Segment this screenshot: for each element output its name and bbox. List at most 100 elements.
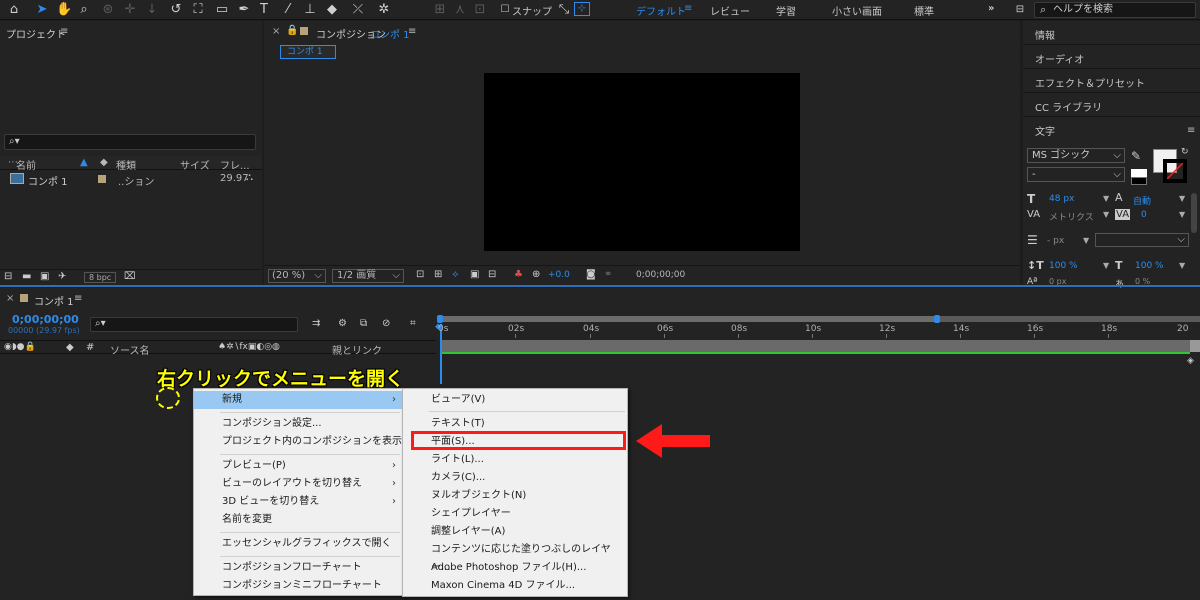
leading-value[interactable]: 自動 [1133,194,1151,207]
menu-item-switch-view-layout[interactable]: ビューのレイアウトを切り替え › [194,475,402,493]
shy-layers-icon[interactable]: ⧉ [360,318,367,329]
menu-item-light[interactable]: ライト(L)... [403,451,627,469]
eraser-tool-icon[interactable]: ◆ [324,2,340,18]
zoom-tool-icon[interactable]: ⌕ [76,2,92,18]
horizontal-scale-value[interactable]: 100 % [1135,261,1164,271]
workspace-small-screen[interactable]: 小さい画面 [832,3,882,18]
interpret-footage-icon[interactable]: ⊟ [4,271,12,282]
list-item[interactable]: コンポ 1 ..ション 29.97 ⛬ [0,172,262,188]
timeline-search-input[interactable]: ⌕▾ [90,317,298,332]
menu-item-switch-3d-view[interactable]: 3D ビューを切り替え › [194,493,402,511]
resolution-select[interactable]: 1/2 画質 ⌵ [332,269,404,283]
panel-cc-libraries[interactable]: CC ライブラリ [1023,93,1200,117]
menu-item-preview[interactable]: プレビュー(P) › [194,457,402,475]
workspace-standard[interactable]: 標準 [914,3,934,18]
panel-menu-icon[interactable]: ≡ [1187,125,1195,136]
menu-item-reveal-in-project[interactable]: プロジェクト内のコンポジションを表示 [194,433,402,451]
switches-icon[interactable]: ♠✲∖fx▣◐◎◍ [218,342,280,352]
column-frame-rate[interactable]: フレ... [220,157,250,172]
timeline-scrollbar[interactable] [1190,340,1200,352]
work-area-range[interactable] [440,316,936,322]
comp-mini-flowchart-icon[interactable]: ⇉ [312,318,320,329]
new-folder-icon[interactable]: ▬ [22,271,31,282]
brush-tool-icon[interactable]: ⁄ [280,2,296,18]
hand-tool-icon[interactable]: ✋ [56,2,72,18]
vertical-scale-value[interactable]: 100 % [1049,261,1078,271]
trash-icon[interactable]: ⌧ [124,271,136,282]
help-search-input[interactable]: ヘルプを検索 [1034,2,1196,18]
chevron-down-icon[interactable]: ▼ [1179,194,1185,203]
workspace-review[interactable]: レビュー [710,3,750,18]
frame-blending-icon[interactable]: ⊘ [382,318,390,329]
swap-colors-icon[interactable]: ↻ [1181,147,1189,157]
menu-item-camera[interactable]: カメラ(C)... [403,469,627,487]
type-tool-icon[interactable]: T [256,2,272,18]
font-style-select[interactable]: - ⌵ [1027,167,1125,182]
anchor-tool-icon[interactable]: ⛶ [190,2,206,18]
menu-item-new[interactable]: 新規 › [194,391,402,409]
work-area-end-handle[interactable] [934,315,940,323]
grid-guide-icon[interactable]: ⊟ [488,269,496,280]
column-size[interactable]: サイズ [180,157,210,172]
workspace-default[interactable]: デフォルト [636,3,686,18]
pen-tool-icon[interactable]: ✒ [236,2,252,18]
column-type[interactable]: 種類 [116,157,136,172]
snapshot-icon[interactable]: ◙ [586,269,596,280]
snap-checkbox-icon[interactable]: ☐ [500,2,510,18]
menu-item-cinema-4d-file[interactable]: Maxon Cinema 4D ファイル... [403,577,627,595]
adjust-icon[interactable]: ✈ [58,271,66,282]
composition-name[interactable]: コンポ 1 [370,26,410,41]
panel-menu-icon[interactable]: ≡ [74,293,82,304]
rotate-tool-icon[interactable]: ↺ [168,2,184,18]
menu-item-composition-settings[interactable]: コンポジション設定... [194,415,402,433]
zoom-slider-icon[interactable]: ◈ [1187,356,1194,366]
viewer-timecode[interactable]: 0;00;00;00 [636,270,685,280]
menu-item-composition-mini-flowchart[interactable]: コンポジションミニフローチャート [194,577,402,595]
home-icon[interactable]: ⌂ [6,2,22,18]
panel-character[interactable]: 文字 [1023,117,1200,141]
column-name[interactable]: 名前 [16,157,36,172]
mask-visibility-icon[interactable]: ⟡ [452,269,459,280]
tab-comp-1[interactable]: コンポ 1 [280,45,336,59]
panel-audio[interactable]: オーディオ [1023,45,1200,69]
axis-icon[interactable]: ⋏ [452,2,468,18]
menu-item-viewer[interactable]: ビューア(V) [403,391,627,409]
composition-viewer[interactable] [484,73,800,251]
channel-icon[interactable]: ♣ [514,269,523,280]
menu-item-adjustment-layer[interactable]: 調整レイヤー(A) [403,523,627,541]
chevron-down-icon[interactable]: ▼ [1103,210,1109,219]
clone-stamp-icon[interactable]: ⊥ [302,2,318,18]
workspace-learn[interactable]: 学習 [776,3,796,18]
roto-brush-icon[interactable]: ⤫ [350,2,366,18]
snap-option-icon[interactable]: ⤡ [556,2,572,18]
av-features-icon[interactable]: ◉◗●🔒 [4,342,36,352]
panel-info[interactable]: 情報 [1023,21,1200,45]
panel-menu-icon[interactable]: ≡ [60,26,68,37]
orbit-tool-icon[interactable]: ⊛ [100,2,116,18]
more-workspaces-icon[interactable]: » [988,3,994,14]
black-swatch[interactable] [1131,177,1147,185]
menu-item-shape-layer[interactable]: シェイプレイヤー [403,505,627,523]
region-of-interest-icon[interactable]: ▣ [470,269,479,280]
menu-item-null-object[interactable]: ヌルオブジェクト(N) [403,487,627,505]
workspace-menu-icon[interactable]: ≡ [684,3,692,14]
parent-link-column[interactable]: 親とリンク [332,342,382,357]
stroke-width-value[interactable]: - px [1047,236,1064,246]
source-name-column[interactable]: ソース名 [110,342,150,357]
menu-item-photoshop-file[interactable]: Adobe Photoshop ファイル(H)... [403,559,627,577]
timeline-tab[interactable]: コンポ 1 [34,293,74,308]
chevron-down-icon[interactable]: ▼ [1103,194,1109,203]
draft-3d-icon[interactable]: ⚙ [338,318,347,329]
chevron-down-icon[interactable]: ▼ [1179,261,1185,270]
world-axis-icon[interactable]: ⊡ [472,2,488,18]
transparency-grid-icon[interactable]: ⊞ [434,269,442,280]
puppet-tool-icon[interactable]: ✲ [376,2,392,18]
menu-item-open-essential-graphics[interactable]: エッセンシャルグラフィックスで開く [194,535,402,553]
show-snapshot-icon[interactable]: ⚭ [604,269,612,280]
color-management-icon[interactable]: ⊕ [532,269,540,280]
stroke-style-select[interactable]: ⌵ [1095,233,1189,247]
zoom-select[interactable]: (20 %) ⌵ [268,269,326,283]
current-timecode[interactable]: 0;00;00;00 [12,313,79,326]
close-icon[interactable]: × [272,26,280,37]
white-swatch[interactable] [1131,169,1147,177]
